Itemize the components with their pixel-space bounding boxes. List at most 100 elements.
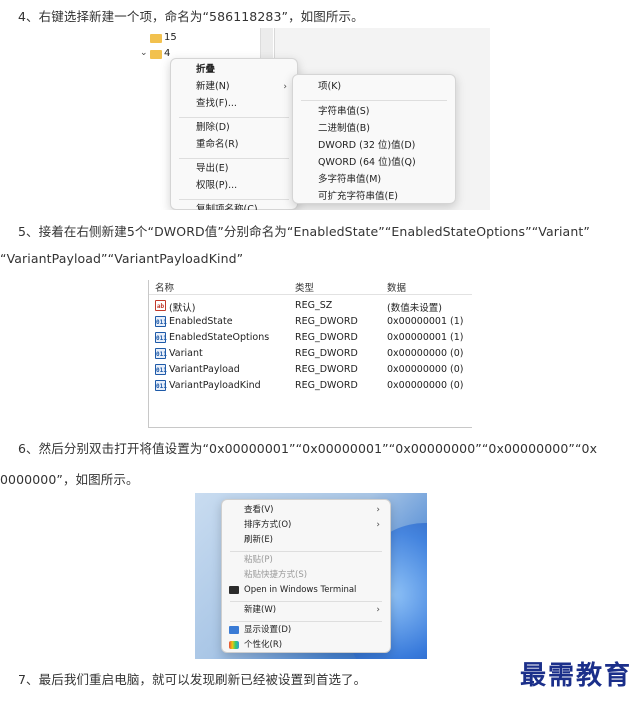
menu-item-item[interactable]: 字符串值(S) — [293, 104, 455, 120]
cell-type: REG_SZ — [295, 300, 333, 311]
tree-node-4[interactable]: 4 — [164, 48, 170, 59]
menu-item-item: 粘贴(P) — [222, 553, 390, 568]
menu-item-label: 二进制值(B) — [318, 123, 370, 134]
folder-icon — [150, 34, 162, 43]
string-value-icon: ab — [155, 300, 166, 311]
display-icon — [229, 626, 239, 634]
chevron-right-icon: › — [376, 605, 380, 615]
registry-values-screenshot: 名称 类型 数据 ab (默认) REG_SZ (数值未设置) 011 EnabledSt… — [148, 280, 472, 428]
menu-separator — [230, 600, 382, 602]
menu-item-label: 折叠 — [196, 64, 216, 75]
key-context-menu: 折叠新建(N) › 查找(F)... 删除(D) 重命名(R) 导出(E) 权限(P)...… — [170, 58, 298, 210]
dword-value-icon: 011 — [155, 380, 167, 391]
column-header-data[interactable]: 数据 — [387, 280, 406, 294]
menu-item-item[interactable]: 删除(D) — [171, 120, 297, 136]
menu-item-label: 粘贴(P) — [244, 555, 273, 565]
dword-value-icon: 011 — [155, 332, 167, 343]
cell-type: REG_DWORD — [295, 316, 358, 327]
menu-item-item[interactable]: 可扩充字符串值(E) — [293, 189, 455, 205]
menu-item-item[interactable]: 查找(F)... — [171, 96, 297, 112]
menu-item-item[interactable]: 权限(P)... — [171, 178, 297, 194]
menu-item-item[interactable]: 新建(N) › — [171, 79, 297, 95]
menu-item-label: 排序方式(O) — [244, 520, 292, 530]
menu-item-item[interactable]: 排序方式(O) › — [222, 518, 390, 533]
menu-item-label: 删除(D) — [196, 122, 230, 133]
cell-data: 0x00000000 (0) — [387, 380, 464, 391]
cell-type: REG_DWORD — [295, 332, 358, 343]
table-row[interactable]: 011 VariantPayloadKind REG_DWORD 0x00000000… — [149, 378, 472, 394]
dword-value-icon: 011 — [155, 316, 167, 327]
desktop-context-menu: 查看(V) › 排序方式(O) › 刷新(E) 粘贴(P) 粘贴快捷方式(S) Open in… — [221, 499, 391, 653]
menu-separator — [230, 620, 382, 622]
table-row[interactable]: 011 VariantPayload REG_DWORD 0x00000000 (0) — [149, 362, 472, 378]
cell-type: REG_DWORD — [295, 364, 358, 375]
table-row[interactable]: 011 Variant REG_DWORD 0x00000000 (0) — [149, 346, 472, 362]
menu-item-dword[interactable]: DWORD (32 位)值(D) — [293, 138, 455, 154]
column-header-type[interactable]: 类型 — [295, 280, 314, 294]
cell-type: REG_DWORD — [295, 348, 358, 359]
menu-item-label: 查找(F)... — [196, 98, 237, 109]
menu-item-item[interactable]: 显示设置(D) — [222, 623, 390, 638]
table-row[interactable]: 011 EnabledState REG_DWORD 0x00000001 (1) — [149, 314, 472, 330]
step-5-text-line2: “VariantPayload”“VariantPayloadKind” — [0, 251, 244, 266]
menu-item-item[interactable]: 多字符串值(M) — [293, 172, 455, 188]
chevron-right-icon: › — [283, 82, 287, 92]
menu-separator — [230, 550, 382, 552]
menu-item-label: 新建(N) — [196, 81, 230, 92]
menu-item-label: 查看(V) — [244, 505, 274, 515]
chevron-right-icon: › — [376, 505, 380, 515]
menu-item-label: 项(K) — [318, 81, 342, 92]
tree-node-15[interactable]: 15 — [164, 32, 177, 43]
table-row[interactable]: 011 EnabledStateOptions REG_DWORD 0x0000000… — [149, 330, 472, 346]
cell-data: 0x00000000 (0) — [387, 364, 464, 375]
registry-editor-screenshot: 15 ⌄ 4 折叠新建(N) › 查找(F)... 删除(D) 重命名(R) 导出(E) 权… — [128, 28, 490, 210]
menu-item-item[interactable]: 新建(W) › — [222, 603, 390, 618]
step-7-text: 7、最后我们重启电脑，就可以发现刷新已经被设置到首选了。 — [18, 672, 367, 687]
menu-item-item[interactable]: 复制项名称(C) — [171, 202, 297, 210]
menu-item-item[interactable]: 个性化(R) — [222, 638, 390, 653]
menu-item-label: DWORD (32 位)值(D) — [318, 140, 416, 151]
desktop-context-menu-screenshot: 查看(V) › 排序方式(O) › 刷新(E) 粘贴(P) 粘贴快捷方式(S) Open in… — [195, 493, 427, 659]
menu-item-label: 粘贴快捷方式(S) — [244, 570, 308, 580]
cell-name: VariantPayload — [169, 364, 240, 375]
step-6-text-line1: 6、然后分别双击打开将值设置为“0x00000001”“0x00000001”“… — [18, 441, 598, 456]
menu-item-item[interactable]: 重命名(R) — [171, 137, 297, 153]
menu-item-label: QWORD (64 位)值(Q) — [318, 157, 416, 168]
step-5-text-line1: 5、接着在右侧新建5个“DWORD值”分别命名为“EnabledState”“E… — [18, 224, 590, 239]
header-divider — [149, 294, 472, 295]
chevron-right-icon: › — [376, 520, 380, 530]
watermark-logo: 最需教育 — [520, 661, 633, 691]
menu-item-item[interactable]: 刷新(E) — [222, 533, 390, 548]
menu-item-item: 粘贴快捷方式(S) — [222, 568, 390, 583]
new-submenu: 项(K) 字符串值(S) 二进制值(B) DWORD (32 位)值(D) QWORD … — [292, 74, 456, 204]
menu-item-item[interactable]: 查看(V) › — [222, 503, 390, 518]
chevron-down-icon[interactable]: ⌄ — [140, 48, 148, 58]
cell-data: 0x00000001 (1) — [387, 332, 464, 343]
menu-item-label: 权限(P)... — [196, 180, 238, 191]
menu-item-label: 多字符串值(M) — [318, 174, 382, 185]
menu-item-label: 个性化(R) — [244, 640, 283, 650]
dword-value-icon: 011 — [155, 364, 167, 375]
menu-item-item[interactable]: 折叠 — [171, 62, 297, 78]
step-6-text-line2: 0000000”，如图所示。 — [0, 472, 139, 487]
menu-item-label: 导出(E) — [196, 163, 229, 174]
menu-item-label: 复制项名称(C) — [196, 204, 258, 210]
cell-name: Variant — [169, 348, 203, 359]
menu-separator — [301, 100, 447, 101]
menu-item-item[interactable]: 导出(E) — [171, 161, 297, 177]
cell-type: REG_DWORD — [295, 380, 358, 391]
table-row[interactable]: ab (默认) REG_SZ (数值未设置) — [149, 298, 472, 314]
menu-item-item[interactable]: 二进制值(B) — [293, 121, 455, 137]
personalize-icon — [229, 641, 239, 649]
menu-item-item[interactable]: 项(K) — [293, 79, 455, 95]
menu-separator — [179, 198, 289, 200]
cell-name: VariantPayloadKind — [169, 380, 261, 391]
menu-item-label: 可扩充字符串值(E) — [318, 191, 398, 202]
menu-item-label: 显示设置(D) — [244, 625, 292, 635]
menu-item-label: 新建(W) — [244, 605, 277, 615]
menu-item-open-in-windows-terminal[interactable]: Open in Windows Terminal — [222, 583, 390, 598]
menu-item-qword[interactable]: QWORD (64 位)值(Q) — [293, 155, 455, 171]
step-4-text: 4、右键选择新建一个项，命名为“586118283”，如图所示。 — [18, 9, 364, 24]
column-header-name[interactable]: 名称 — [155, 280, 174, 294]
cell-data: 0x00000001 (1) — [387, 316, 464, 327]
